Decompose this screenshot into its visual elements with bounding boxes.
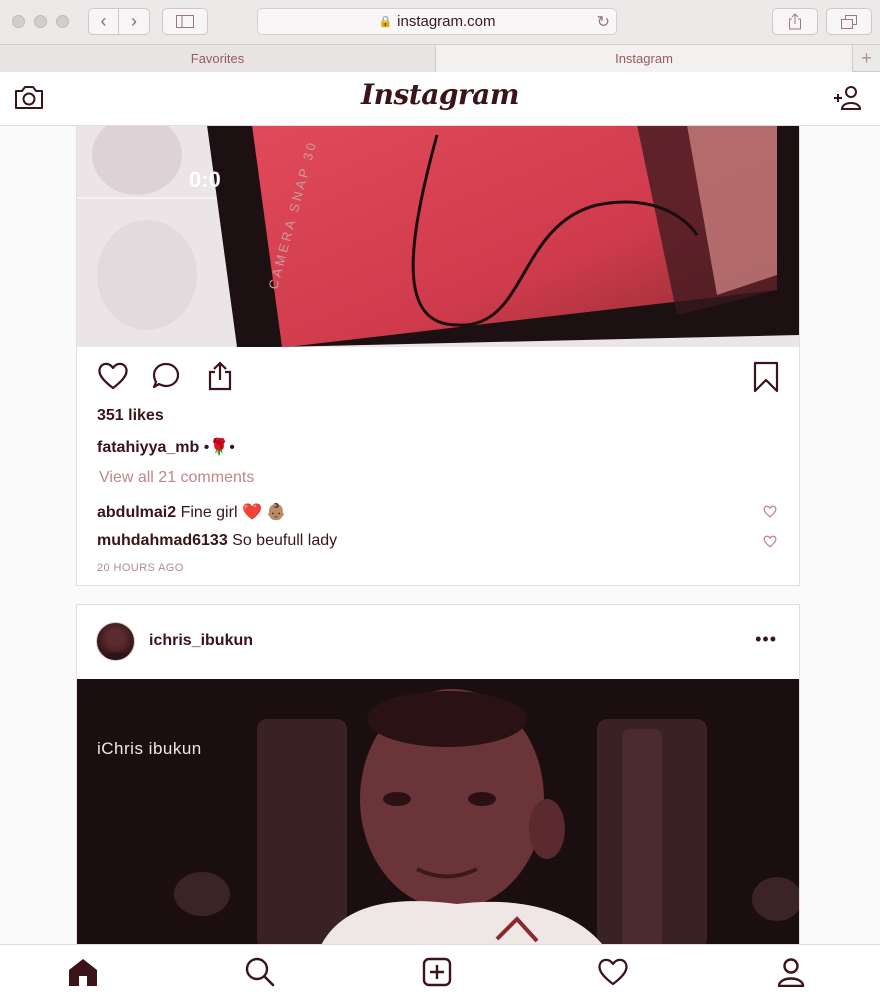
post-card: CAMERA SNAP 30 0:0 351 likes fatahiyya_m… (76, 126, 800, 586)
back-button[interactable]: ‹ (88, 8, 119, 35)
post-photo[interactable]: CAMERA SNAP 30 0:0 (77, 126, 799, 347)
url-text: instagram.com (397, 13, 496, 30)
comment-button[interactable] (151, 361, 181, 396)
comment-item: abdulmai2 Fine girl ❤️ 👶🏽 (97, 502, 286, 522)
forward-button[interactable]: › (119, 8, 150, 35)
comment-text: So beufull lady (227, 532, 338, 549)
heart-icon (763, 505, 777, 518)
discover-people-button[interactable] (832, 85, 862, 116)
photo-watermark: iChris ibukun (97, 739, 202, 758)
chevron-left-icon: ‹ (100, 11, 107, 31)
heart-icon (598, 958, 628, 986)
post-actions (97, 361, 779, 395)
comment-like-button[interactable] (763, 535, 777, 553)
history-navigation: ‹ › (88, 8, 150, 35)
activity-tab[interactable] (597, 957, 629, 992)
plus-square-icon (422, 957, 452, 987)
profile-tab[interactable] (776, 957, 806, 992)
search-icon (245, 957, 275, 987)
post-card: ichris_ibukun ••• iChris ibukun (76, 604, 800, 944)
bottom-tab-bar (0, 944, 880, 996)
person-icon (777, 958, 805, 988)
instagram-logo[interactable]: Instagram (0, 78, 880, 111)
close-window-button[interactable] (12, 15, 25, 28)
post-username[interactable]: ichris_ibukun (149, 632, 253, 650)
post-photo-art (77, 679, 799, 944)
new-tab-button[interactable]: + (852, 45, 880, 72)
add-user-icon (834, 86, 862, 110)
bookmark-icon (753, 361, 779, 393)
feed: CAMERA SNAP 30 0:0 351 likes fatahiyya_m… (0, 126, 880, 944)
minimize-window-button[interactable] (34, 15, 47, 28)
heart-icon (98, 362, 128, 390)
browser-share-button[interactable] (772, 8, 818, 35)
reload-icon[interactable]: ↻ (597, 12, 610, 32)
tabs-icon (841, 14, 857, 29)
comment-username[interactable]: muhdahmad6133 (97, 532, 228, 549)
comment-icon (152, 362, 180, 389)
post-header: ichris_ibukun ••• (77, 605, 799, 679)
comment-item: muhdahmad6133 So beufull lady (97, 532, 337, 550)
more-options-button[interactable]: ••• (755, 629, 777, 650)
share-icon (208, 361, 232, 391)
save-button[interactable] (753, 361, 779, 398)
chevron-right-icon: › (131, 11, 137, 31)
like-button[interactable] (97, 361, 129, 396)
post-caption: fatahiyya_mb •🌹• (97, 437, 235, 457)
window-controls (12, 15, 69, 28)
instagram-header: Instagram (0, 72, 880, 126)
share-button[interactable] (205, 361, 235, 396)
like-count[interactable]: 351 likes (97, 407, 164, 425)
browser-chrome: ‹ › 🔒 instagram.com ↻ Favorites Instagra… (0, 0, 880, 72)
zoom-window-button[interactable] (56, 15, 69, 28)
caption-text: •🌹• (199, 439, 235, 456)
post-photo[interactable]: iChris ibukun (77, 679, 799, 944)
heart-icon (763, 535, 777, 548)
sidebar-icon (176, 15, 194, 28)
lock-icon: 🔒 (378, 16, 393, 28)
avatar[interactable] (96, 622, 135, 661)
timer-overlay: 0:0 (189, 167, 221, 192)
address-bar[interactable]: 🔒 instagram.com ↻ (257, 8, 617, 35)
view-all-comments-link[interactable]: View all 21 comments (99, 469, 254, 487)
share-icon (789, 13, 801, 30)
comment-text: Fine girl ❤️ 👶🏽 (176, 504, 287, 521)
show-tabs-button[interactable] (826, 8, 872, 35)
home-icon (69, 959, 97, 986)
search-tab[interactable] (244, 957, 276, 992)
home-tab[interactable] (67, 957, 99, 992)
post-photo-art: CAMERA SNAP 30 0:0 (77, 126, 799, 347)
caption-username[interactable]: fatahiyya_mb (97, 439, 199, 456)
new-post-tab[interactable] (422, 957, 452, 992)
tab-strip: Favorites Instagram + (0, 44, 880, 72)
avatar-image (102, 630, 131, 660)
comment-like-button[interactable] (763, 505, 777, 523)
tab-instagram[interactable]: Instagram (436, 45, 852, 72)
tab-favorites[interactable]: Favorites (0, 45, 436, 72)
sidebar-toggle-button[interactable] (162, 8, 208, 35)
post-timestamp[interactable]: 20 HOURS AGO (97, 562, 184, 574)
comment-username[interactable]: abdulmai2 (97, 504, 176, 521)
